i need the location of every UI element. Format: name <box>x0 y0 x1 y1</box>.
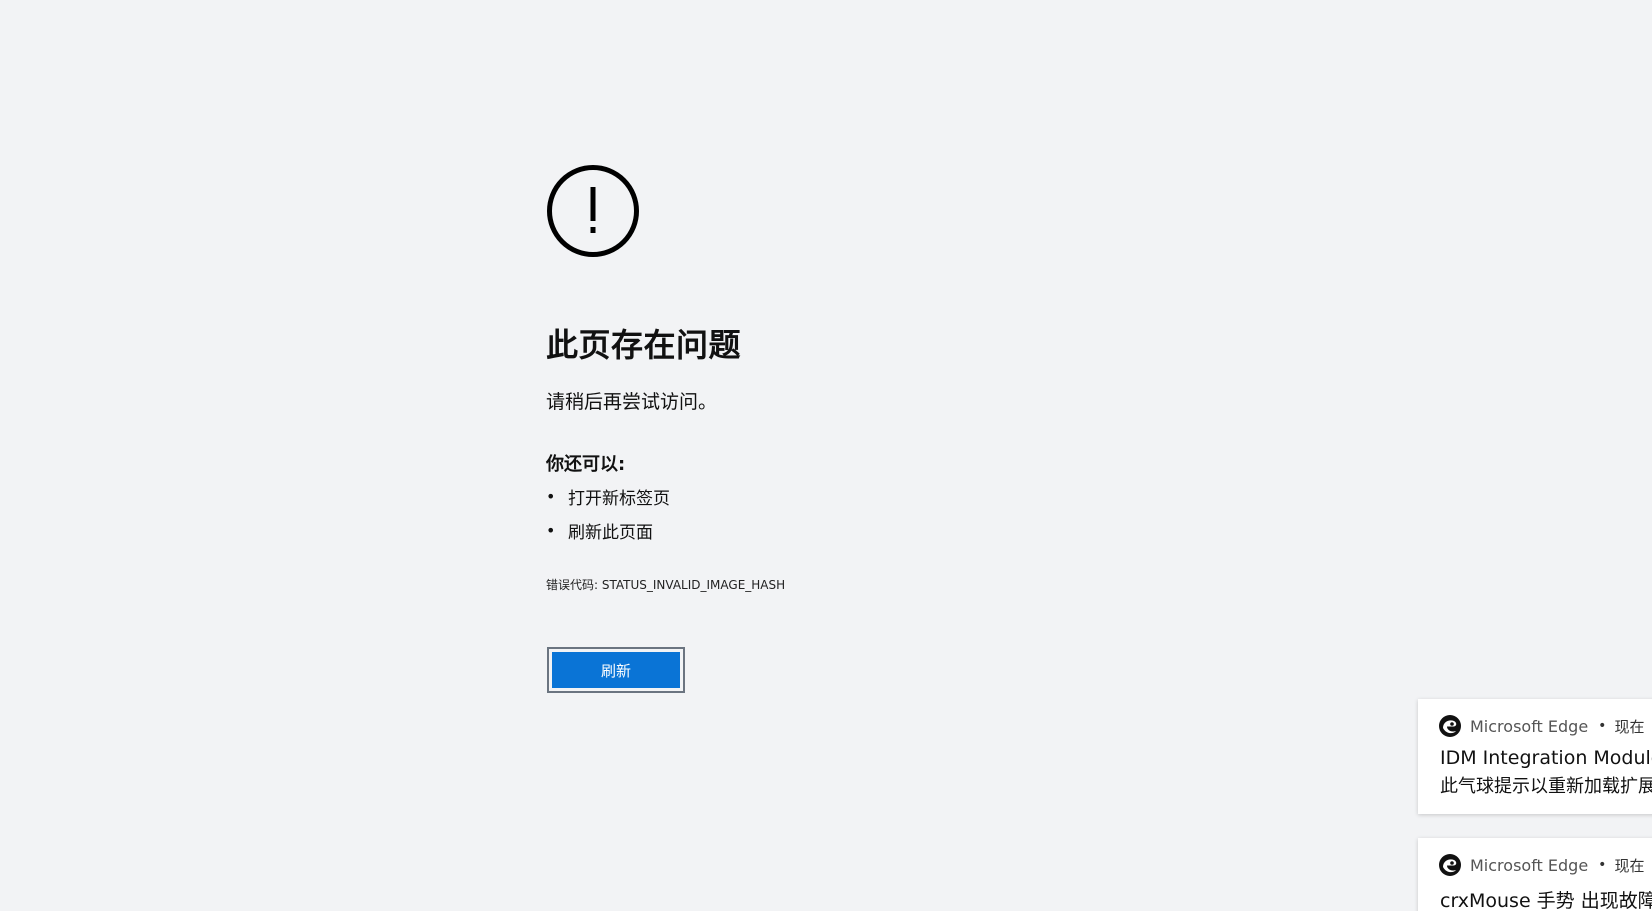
edge-icon <box>1439 715 1461 737</box>
notification-toast[interactable]: Microsoft Edge • 现在 IDM Integration Modu… <box>1418 699 1652 814</box>
notification-time: 现在 <box>1614 717 1645 736</box>
notification-header: Microsoft Edge • 现在 <box>1438 713 1644 739</box>
error-page: 此页存在问题 请稍后再尝试访问。 你还可以: • 打开新标签页 • 刷新此页面 … <box>0 0 1652 911</box>
edge-icon <box>1439 854 1461 876</box>
separator-dot: • <box>1598 718 1607 734</box>
separator-dot: • <box>1598 857 1607 873</box>
notification-header: Microsoft Edge • 现在 <box>1438 852 1644 878</box>
suggestions-heading: 你还可以: <box>546 454 626 475</box>
notification-title: IDM Integration Module <box>1440 747 1652 769</box>
suggestion-label: 刷新此页面 <box>568 523 653 543</box>
refresh-button-label: 刷新 <box>552 652 680 688</box>
notification-toast[interactable]: Microsoft Edge • 现在 crxMouse 手势 出现故障 <box>1418 838 1652 911</box>
bullet: • <box>546 487 556 506</box>
notification-time: 现在 <box>1614 856 1645 875</box>
notification-body: 此气球提示以重新加载扩展 <box>1440 776 1652 797</box>
bullet: • <box>546 521 556 540</box>
exclamation-circle-icon <box>545 163 641 259</box>
error-subtitle: 请稍后再尝试访问。 <box>546 391 718 413</box>
suggestion-refresh-page: • 刷新此页面 <box>546 517 670 551</box>
notification-title: crxMouse 手势 出现故障 <box>1440 890 1652 911</box>
suggestions-list: • 打开新标签页 • 刷新此页面 <box>546 483 670 551</box>
notification-app-name: Microsoft Edge <box>1470 855 1589 875</box>
error-code: 错误代码: STATUS_INVALID_IMAGE_HASH <box>546 578 786 592</box>
refresh-button[interactable]: 刷新 <box>547 647 685 693</box>
notification-app-name: Microsoft Edge <box>1470 716 1589 736</box>
suggestion-open-new-tab: • 打开新标签页 <box>546 483 670 517</box>
suggestion-label: 打开新标签页 <box>568 489 670 509</box>
page-title: 此页存在问题 <box>546 326 742 364</box>
